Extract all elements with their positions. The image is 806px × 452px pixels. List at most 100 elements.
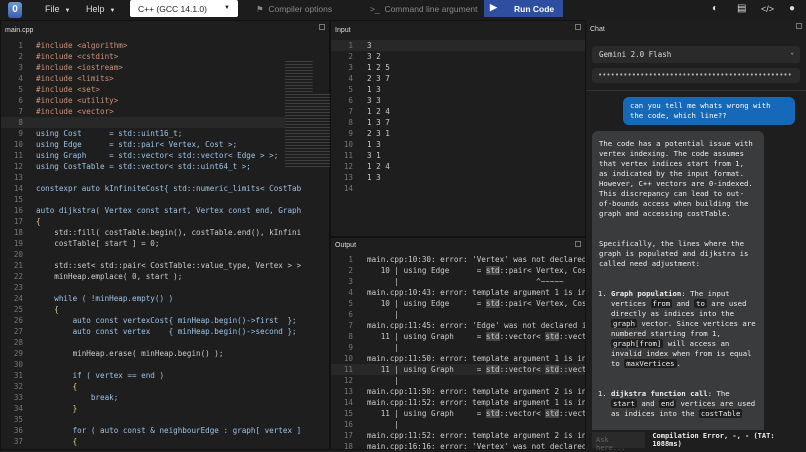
code-editor[interactable]: 1 #include <algorithm> 2 #include <cstdint>… xyxy=(1,40,301,447)
line-number: 5 xyxy=(348,299,353,308)
output-editor[interactable]: 1 main.cpp:10:30: error: 'Vertex' was not… xyxy=(331,254,585,452)
language-select[interactable]: C++ (GCC 14.1.0) ▼ xyxy=(130,0,238,17)
compiler-options-button[interactable]: ⚑ Compiler options xyxy=(256,4,332,15)
line-number: 10 xyxy=(343,354,353,363)
line-number: 21 xyxy=(13,261,23,270)
command-line-label: Command line argument xyxy=(384,4,478,14)
chevron-down-icon: ▼ xyxy=(64,8,71,14)
code-line: 16 auto dijkstra( Vertex const start, Ver… xyxy=(1,205,301,216)
run-code-button[interactable]: ▶ Run Code xyxy=(484,0,563,17)
output-title: Output xyxy=(335,242,357,249)
line-text: { xyxy=(36,437,78,446)
code-icon[interactable]: </> xyxy=(761,4,774,14)
line-text: main.cpp:11:52: error: template argument… xyxy=(367,398,585,407)
code-line: 11 3 1 xyxy=(331,150,585,161)
line-number: 5 xyxy=(18,85,23,94)
line-text: #include <limits> xyxy=(36,74,114,83)
line-number: 35 xyxy=(13,415,23,424)
line-number: 1 xyxy=(348,41,353,50)
line-text: if ( vertex == end ) xyxy=(36,371,165,380)
assistant-message: The code has a potential issue with vert… xyxy=(592,131,764,430)
line-number: 6 xyxy=(348,310,353,319)
line-number: 8 xyxy=(348,332,353,341)
line-text: 1 2 4 xyxy=(367,162,390,171)
editor-panel: main.cpp 1 #include <algorithm> 2 #include … xyxy=(0,20,331,450)
maximize-icon[interactable] xyxy=(796,23,802,29)
terminal-icon: >_ xyxy=(370,4,380,14)
code-line: 4 #include <limits> xyxy=(1,73,285,84)
ask-input[interactable]: Ask here... xyxy=(592,432,646,452)
flag-icon: ⚑ xyxy=(256,4,264,14)
output-panel: Output 1 main.cpp:10:30: error: 'Vertex' … xyxy=(330,237,586,452)
chevron-down-icon: ▼ xyxy=(109,8,116,14)
model-select[interactable]: Gemini 2.0 Flash ⌄ xyxy=(592,46,800,63)
input-title: Input xyxy=(335,27,351,34)
help-menu-label: Help xyxy=(86,4,105,14)
line-text: | ^~~~~~ xyxy=(367,277,564,286)
code-line: 15 xyxy=(1,194,285,205)
model-label: Gemini 2.0 Flash xyxy=(599,50,672,59)
code-line: 32 { xyxy=(1,381,285,392)
line-text: 1 3 xyxy=(367,85,381,94)
code-line: 10 main.cpp:11:50: error: template argume… xyxy=(331,353,585,364)
help-menu[interactable]: Help ▼ xyxy=(86,4,115,14)
line-number: 13 xyxy=(343,387,353,396)
document-icon[interactable]: ▤ xyxy=(737,3,746,14)
line-number: 8 xyxy=(18,118,23,127)
code-line: 3 | ^~~~~~ xyxy=(331,276,585,287)
code-line: 8 xyxy=(1,117,285,128)
code-line: 27 auto const vertex { minHeap.begin()->… xyxy=(1,326,297,337)
code-line: 3 #include <iostream> xyxy=(1,62,285,73)
line-number: 10 xyxy=(13,140,23,149)
line-text: } xyxy=(36,404,78,413)
code-line: 24 while ( !minHeap.empty() ) xyxy=(1,293,285,304)
line-text: while ( !minHeap.empty() ) xyxy=(36,294,174,303)
line-number: 17 xyxy=(343,431,353,440)
line-number: 3 xyxy=(348,63,353,72)
run-code-label: Run Code xyxy=(514,4,555,14)
line-text: using Graph = std::vector< std::vector< … xyxy=(36,151,279,160)
code-line: 9 | xyxy=(331,342,585,353)
code-line: 17 main.cpp:11:52: error: template argume… xyxy=(331,430,585,441)
maximize-icon[interactable] xyxy=(319,24,325,30)
command-line-button[interactable]: >_ Command line argument xyxy=(370,4,478,14)
github-icon[interactable]: ● xyxy=(789,3,795,14)
code-line: 33 break; xyxy=(1,392,285,403)
line-number: 31 xyxy=(13,371,23,380)
chat-title: Chat xyxy=(590,26,605,33)
language-label: C++ (GCC 14.1.0) xyxy=(138,4,207,14)
line-number: 7 xyxy=(348,321,353,330)
theme-toggle-icon[interactable]: ◐ xyxy=(712,3,718,14)
api-key-input[interactable]: ••••••••••••••••••••••••••••••••••••••••… xyxy=(592,68,800,83)
line-text: main.cpp:11:50: error: template argument… xyxy=(367,354,585,363)
bot-list-item: Graph population: The input vertices fro… xyxy=(611,289,757,369)
line-text: main.cpp:16:16: error: 'Vertex' was not … xyxy=(367,442,585,451)
code-line: 10 1 3 xyxy=(331,139,585,150)
input-panel: Input 1323 231 2 542 3 751 363 371 2 481… xyxy=(330,20,586,237)
line-number: 19 xyxy=(13,239,23,248)
line-number: 12 xyxy=(13,162,23,171)
code-line: 9 using Cost = std::uint16_t; xyxy=(1,128,285,139)
line-number: 15 xyxy=(343,409,353,418)
maximize-icon[interactable] xyxy=(575,24,581,30)
line-text: for ( auto const & neighbourEdge : graph… xyxy=(36,426,302,435)
line-number: 3 xyxy=(348,277,353,286)
code-line: 31 if ( vertex == end ) xyxy=(1,370,285,381)
code-line: 8 1 3 7 xyxy=(331,117,585,128)
code-line: 35 xyxy=(1,414,285,425)
input-editor[interactable]: 1323 231 2 542 3 751 363 371 2 481 3 792… xyxy=(331,40,585,194)
code-line: 4 main.cpp:10:43: error: template argumen… xyxy=(331,287,585,298)
chat-messages: can you tell me whats wrong with the cod… xyxy=(586,90,806,430)
line-number: 11 xyxy=(343,151,353,160)
line-text: 1 2 4 xyxy=(367,107,390,116)
code-line: 12 using CostTable = std::vector< std::ui… xyxy=(1,161,285,172)
file-menu[interactable]: File ▼ xyxy=(45,4,70,14)
code-line: 5 10 | using Edge = std::pair< Vertex, C… xyxy=(331,298,585,309)
line-number: 24 xyxy=(13,294,23,303)
line-number: 34 xyxy=(13,404,23,413)
line-number: 6 xyxy=(348,96,353,105)
code-line: 13 1 3 xyxy=(331,172,585,183)
code-line: 29 minHeap.erase( minHeap.begin() ); xyxy=(1,348,285,359)
maximize-icon[interactable] xyxy=(575,241,581,247)
minimap[interactable] xyxy=(285,59,331,169)
